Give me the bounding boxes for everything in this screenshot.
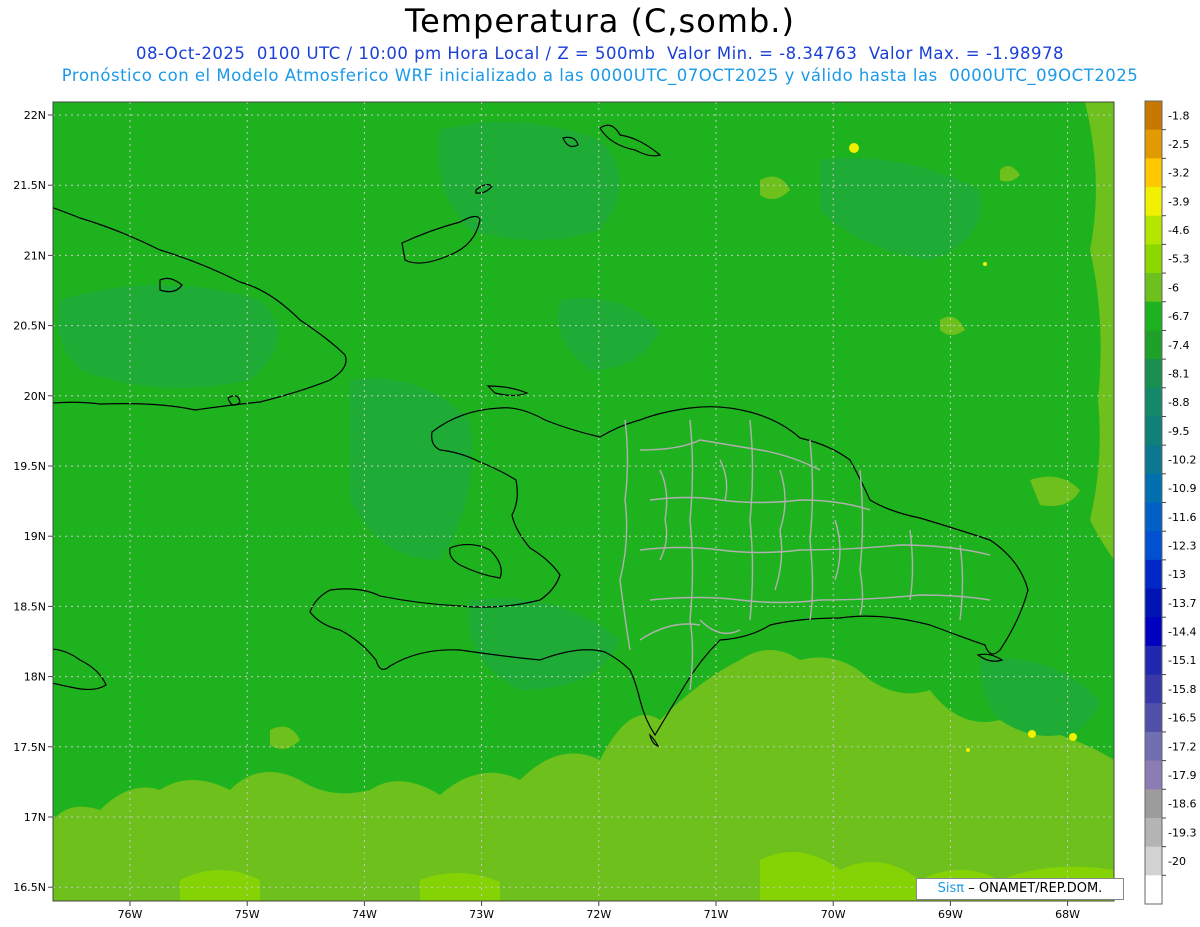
colorbar-label: -3.2 xyxy=(1168,167,1189,180)
longitude-labels: 76W 75W 74W 73W 72W 71W 70W 69W 68W xyxy=(118,901,1080,921)
colorbar-label: -13.7 xyxy=(1168,597,1196,610)
colorbar-swatch xyxy=(1145,588,1162,618)
colorbar-swatch xyxy=(1145,359,1162,389)
colorbar-swatch xyxy=(1145,789,1162,819)
colorbar-label: -8.1 xyxy=(1168,367,1189,380)
temperature-field xyxy=(35,102,1114,901)
colorbar-swatch xyxy=(1145,187,1162,217)
lon-label: 71W xyxy=(704,908,729,921)
colorbar-label: -14.4 xyxy=(1168,626,1196,639)
colorbar-swatch xyxy=(1145,559,1162,590)
colorbar-swatch xyxy=(1145,531,1162,561)
lat-label: 19.5N xyxy=(13,460,46,473)
colorbar-label: -15.8 xyxy=(1168,683,1196,696)
lat-label: 19N xyxy=(24,530,46,543)
cuba-west-small xyxy=(35,630,45,640)
colorbar-swatch xyxy=(1145,731,1162,762)
lon-label: 74W xyxy=(352,908,377,921)
colorbar-label: -20 xyxy=(1168,855,1186,868)
lat-label: 18N xyxy=(24,671,46,684)
lat-label: 18.5N xyxy=(13,600,46,613)
lat-label: 21.5N xyxy=(13,179,46,192)
colorbar-swatch xyxy=(1145,817,1162,848)
lon-label: 76W xyxy=(118,908,143,921)
colorbar-label: -16.5 xyxy=(1168,712,1196,725)
colorbar-swatch xyxy=(1145,445,1162,475)
colorbar-label: -18.6 xyxy=(1168,798,1196,811)
lat-label: 21N xyxy=(24,249,46,262)
lon-label: 73W xyxy=(469,908,494,921)
credit-text: – ONAMET/REP.DOM. xyxy=(968,881,1103,896)
colorbar-swatch xyxy=(1145,244,1162,274)
colorbar-swatch xyxy=(1145,101,1162,131)
sispi-logo: Sisπ xyxy=(937,881,965,896)
lat-label: 20N xyxy=(24,390,46,403)
colorbar-swatch xyxy=(1145,416,1162,446)
colorbar-label: -12.3 xyxy=(1168,540,1196,553)
colorbar-label: -7.4 xyxy=(1168,339,1189,352)
colorbar-swatch xyxy=(1145,502,1162,532)
lat-label: 16.5N xyxy=(13,881,46,894)
credit-box: Sisπ – ONAMET/REP.DOM. xyxy=(916,878,1124,900)
colorbar-label: -15.1 xyxy=(1168,654,1196,667)
colorbar-swatch xyxy=(1145,215,1162,245)
colorbar-swatch xyxy=(1145,703,1162,733)
lat-label: 17N xyxy=(24,811,46,824)
colorbar-swatch xyxy=(1145,273,1162,303)
colorbar-label: -13 xyxy=(1168,568,1186,581)
lon-label: 69W xyxy=(938,908,963,921)
lon-label: 75W xyxy=(235,908,260,921)
colorbar-swatch xyxy=(1145,645,1162,676)
colorbar-label: -8.8 xyxy=(1168,396,1189,409)
forecast-map: 22N 21.5N 21N 20.5N 20N 19.5N 19N 18.5N 18N 17.5N… xyxy=(13,100,1196,921)
colorbar-swatch xyxy=(1145,129,1162,159)
colorbar-swatch xyxy=(1145,330,1162,360)
colorbar-label: -6 xyxy=(1168,281,1179,294)
colorbar-swatch xyxy=(1145,387,1162,417)
colorbar: -1.8 -2.5 -3.2 -3.9 -4.6 -5.3 -6 -6.7 -7.4 -8.1 -8… xyxy=(1144,100,1196,905)
colorbar-label: -4.6 xyxy=(1168,224,1189,237)
latitude-labels: 22N 21.5N 21N 20.5N 20N 19.5N 19N 18.5N 18N 17.5N… xyxy=(13,109,53,894)
colorbar-label: -6.7 xyxy=(1168,310,1189,323)
colorbar-label: -9.5 xyxy=(1168,425,1189,438)
colorbar-label: -5.3 xyxy=(1168,253,1189,266)
colorbar-swatch xyxy=(1145,158,1162,188)
lat-label: 22N xyxy=(24,109,46,122)
colorbar-label: -2.5 xyxy=(1168,138,1189,151)
colorbar-swatch xyxy=(1145,760,1162,790)
colorbar-label: -11.6 xyxy=(1168,511,1196,524)
colorbar-label: -19.3 xyxy=(1168,826,1196,839)
colorbar-swatch xyxy=(1145,473,1162,503)
lon-label: 68W xyxy=(1055,908,1080,921)
colorbar-swatch xyxy=(1145,875,1162,905)
lon-label: 70W xyxy=(821,908,846,921)
colorbar-label: -3.9 xyxy=(1168,195,1189,208)
colorbar-label: -10.2 xyxy=(1168,453,1196,466)
colorbar-swatch xyxy=(1145,846,1162,876)
colorbar-swatch xyxy=(1145,301,1162,331)
lat-label: 17.5N xyxy=(13,741,46,754)
lat-label: 20.5N xyxy=(13,320,46,333)
colorbar-swatch xyxy=(1145,617,1162,647)
colorbar-label: -10.9 xyxy=(1168,482,1196,495)
colorbar-label: -17.2 xyxy=(1168,740,1196,753)
colorbar-swatch xyxy=(1145,674,1162,704)
colorbar-label: -1.8 xyxy=(1168,109,1189,122)
colorbar-label: -17.9 xyxy=(1168,769,1196,782)
lon-label: 72W xyxy=(586,908,611,921)
